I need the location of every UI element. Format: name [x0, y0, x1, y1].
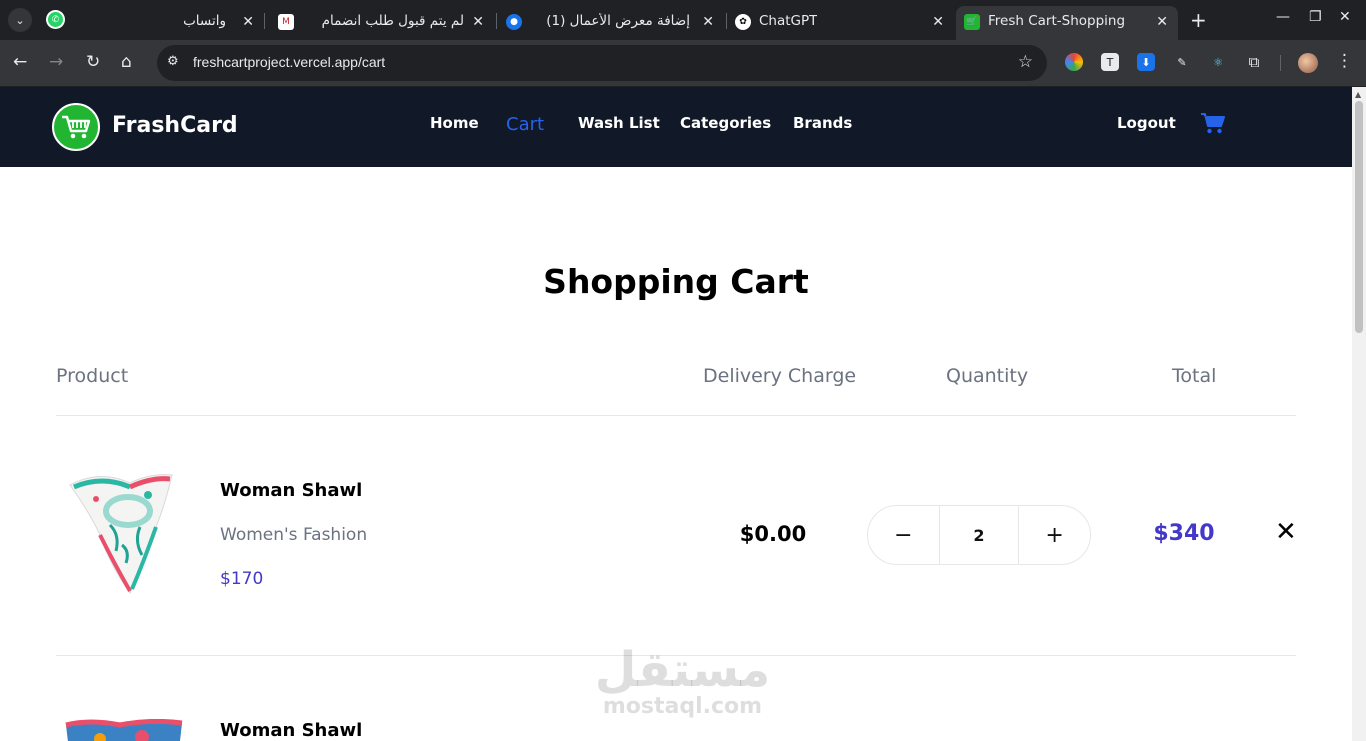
whatsapp-pinned-tab-icon[interactable]: ✆ [46, 10, 65, 29]
close-tab-icon[interactable]: ✕ [242, 14, 254, 30]
mostaql-icon: ● [506, 14, 522, 30]
eyedropper-extension-icon[interactable]: ✎ [1173, 53, 1191, 71]
tab-title: واتساب [183, 13, 226, 29]
tab-whatsapp[interactable]: واتساب ✕ [84, 6, 264, 40]
download-extension-icon[interactable]: ⬇ [1137, 53, 1155, 71]
minimize-icon[interactable]: — [1276, 9, 1290, 25]
bookmark-star-icon[interactable]: ☆ [1018, 52, 1033, 72]
cart-icon[interactable] [1200, 112, 1226, 140]
forward-arrow-icon[interactable]: → [49, 52, 63, 72]
reload-icon[interactable]: ↻ [86, 52, 100, 72]
react-devtools-icon[interactable]: ⚛ [1209, 53, 1227, 71]
quantity-stepper: − 2 + [867, 505, 1091, 565]
url-text[interactable]: freshcartproject.vercel.app/cart [193, 54, 385, 70]
tab-title: (1) إضافة معرض الأعمال [546, 13, 690, 29]
product-category: Women's Fashion [220, 525, 368, 545]
close-tab-icon[interactable]: ✕ [702, 14, 714, 30]
home-icon[interactable]: ⌂ [121, 52, 132, 72]
remove-item-close-icon[interactable]: ✕ [1275, 517, 1297, 547]
profile-avatar[interactable] [1298, 53, 1318, 73]
browser-tab-strip: ⌄ ✆ واتساب ✕ M لم يتم قبول طلب انضمام ✕ … [0, 0, 1366, 40]
scrollbar-thumb[interactable] [1355, 101, 1363, 333]
color-picker-extension-icon[interactable] [1065, 53, 1083, 71]
delivery-charge: $0.00 [739, 522, 807, 546]
mostaql-watermark: مستقل mostaql.com [580, 645, 785, 719]
close-tab-icon[interactable]: ✕ [472, 14, 484, 30]
header-product: Product [56, 365, 129, 387]
extensions-puzzle-icon[interactable]: ⧉ [1245, 53, 1263, 71]
product-name[interactable]: Woman Shawl [220, 720, 362, 741]
nav-home-link[interactable]: Home [430, 114, 479, 132]
tab-chatgpt[interactable]: ✿ ChatGPT ✕ [728, 6, 954, 40]
quantity-value[interactable]: 2 [938, 506, 1020, 564]
tab-title: ChatGPT [759, 13, 818, 29]
product-price: $170 [220, 569, 264, 589]
decrease-quantity-button[interactable]: − [868, 506, 939, 564]
text-extension-icon[interactable]: T [1101, 53, 1119, 71]
maximize-icon[interactable]: ❐ [1309, 9, 1322, 25]
browser-toolbar: ← → ↻ ⌂ ⚙ freshcartproject.vercel.app/ca… [0, 40, 1366, 86]
tab-mostaql[interactable]: ● (1) إضافة معرض الأعمال ✕ [498, 6, 724, 40]
divider [56, 415, 1296, 416]
page-scrollbar[interactable]: ▲ [1352, 87, 1366, 741]
address-bar[interactable]: ⚙ freshcartproject.vercel.app/cart ☆ [157, 45, 1047, 81]
product-image-shawl[interactable] [60, 465, 190, 603]
page-title: Shopping Cart [543, 262, 809, 301]
nav-categories-link[interactable]: Categories [680, 114, 771, 132]
site-navbar: FrashCard Home Cart Wash List Categories… [0, 87, 1352, 167]
tab-title: لم يتم قبول طلب انضمام [321, 13, 464, 29]
scroll-up-arrow-icon[interactable]: ▲ [1355, 90, 1361, 99]
increase-quantity-button[interactable]: + [1019, 506, 1090, 564]
item-total: $340 [1153, 521, 1215, 546]
tab-search-button[interactable]: ⌄ [8, 8, 32, 32]
page-viewport: FrashCard Home Cart Wash List Categories… [0, 87, 1352, 741]
logout-link[interactable]: Logout [1117, 114, 1176, 132]
site-info-icon[interactable]: ⚙ [167, 54, 179, 69]
nav-brands-link[interactable]: Brands [793, 114, 852, 132]
gmail-icon: M [278, 14, 294, 30]
product-image-shawl[interactable] [60, 719, 190, 741]
header-total: Total [1172, 365, 1217, 387]
cart-logo-icon[interactable] [52, 103, 100, 151]
back-arrow-icon[interactable]: ← [13, 52, 27, 72]
freshcart-icon: 🛒 [964, 14, 980, 30]
nav-cart-link[interactable]: Cart [506, 114, 544, 135]
close-window-icon[interactable]: ✕ [1339, 9, 1351, 25]
header-quantity: Quantity [946, 365, 1029, 387]
header-delivery-charge: Delivery Charge [703, 365, 857, 387]
tab-freshcart[interactable]: 🛒 Fresh Cart-Shopping ✕ [956, 6, 1178, 40]
product-name[interactable]: Woman Shawl [220, 480, 362, 501]
tab-gmail[interactable]: M لم يتم قبول طلب انضمام ✕ [268, 6, 494, 40]
watermark-arabic: مستقل [594, 642, 771, 698]
brand-name[interactable]: FrashCard [112, 113, 238, 138]
browser-menu-icon[interactable]: ⋮ [1336, 51, 1353, 71]
close-tab-icon[interactable]: ✕ [932, 14, 944, 30]
chatgpt-icon: ✿ [735, 14, 751, 30]
close-tab-icon[interactable]: ✕ [1156, 14, 1168, 30]
tab-title: Fresh Cart-Shopping [988, 13, 1126, 29]
nav-wishlist-link[interactable]: Wash List [578, 114, 660, 132]
watermark-latin: mostaql.com [602, 694, 763, 719]
new-tab-plus-icon[interactable]: + [1190, 8, 1207, 32]
